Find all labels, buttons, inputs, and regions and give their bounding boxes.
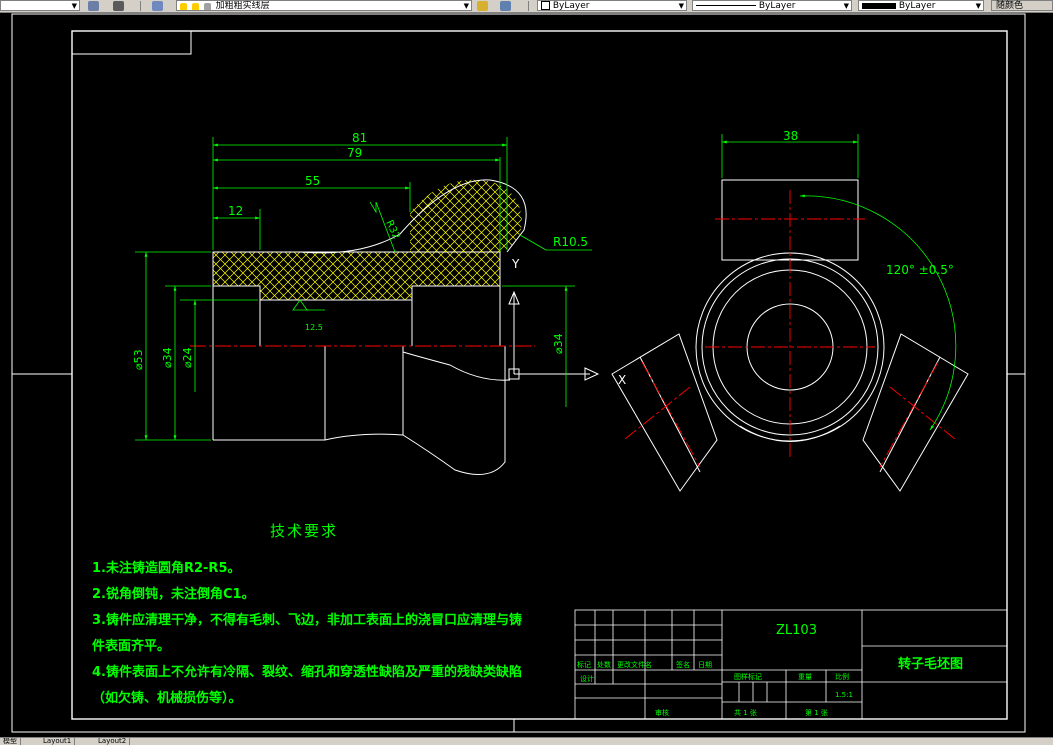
make-current-icon[interactable] — [477, 1, 488, 11]
x-mark: X — [618, 373, 626, 387]
color-value: ByLayer — [552, 1, 590, 11]
layout-tabs: 模型 Layout1 Layout2 — [0, 737, 1053, 745]
layer-state-dropdown[interactable]: ▼ — [0, 0, 80, 11]
layer-match-icon[interactable] — [500, 1, 511, 11]
layer-dropdown[interactable]: 加粗粗实线层 ▼ — [176, 0, 472, 11]
tech-title: 技术要求 — [270, 522, 339, 540]
linetype-preview-icon — [696, 5, 756, 6]
layers-icon[interactable] — [152, 1, 163, 11]
dim-angle: 120° ±0.5° — [886, 263, 954, 277]
tb-total: 共 1 张 — [734, 708, 757, 717]
dim-phi34-right: ⌀34 — [552, 333, 565, 354]
tb-review: 审核 — [655, 708, 669, 717]
tb-header-date: 日期 — [698, 661, 712, 669]
lineweight-value: ByLayer — [898, 1, 936, 11]
chevron-down-icon: ▼ — [71, 2, 77, 10]
note-3: 3.铸件应清理干净，不得有毛刺、飞边，非加工表面上的浇冒口应清理与铸 — [92, 613, 522, 628]
tab-model[interactable]: 模型 — [0, 738, 21, 745]
chevron-down-icon: ▼ — [843, 2, 849, 10]
dim-phi53: ⌀53 — [132, 349, 145, 370]
note-4-cont: （如欠铸、机械损伤等）。 — [92, 691, 242, 706]
hatched-section — [212, 251, 501, 301]
note-2: 2.锐角倒钝，未注倒角C1。 — [92, 587, 255, 602]
tab-layout1[interactable]: Layout1 — [40, 738, 76, 745]
dim-r32: R32 — [383, 219, 401, 241]
lineweight-dropdown[interactable]: ByLayer ▼ — [858, 0, 984, 11]
boss-hatch — [410, 179, 522, 252]
y-axis-label: Y — [511, 257, 520, 271]
tab-layout2[interactable]: Layout2 — [95, 738, 131, 745]
tb-header-mark: 标记 — [577, 660, 591, 669]
tb-part-name: 转子毛坯图 — [898, 656, 963, 672]
tb-stage: 图样标记 — [734, 672, 762, 681]
dim-79: 79 — [347, 146, 362, 160]
tb-header-file: 更改文件名 — [617, 660, 652, 669]
lightbulb-icon — [180, 2, 187, 10]
tb-scale-label: 比例 — [835, 672, 849, 681]
color-dropdown[interactable]: ByLayer ▼ — [537, 0, 687, 11]
center-lines — [624, 190, 956, 468]
tb-header-sign: 签名 — [676, 660, 690, 669]
plotstyle-dropdown[interactable]: 随颜色 — [991, 0, 1053, 11]
tb-sheet: 第 1 张 — [805, 708, 828, 717]
layer-manager-icon[interactable] — [88, 1, 99, 11]
tb-code: ZL103 — [776, 623, 817, 638]
dim-phi34-left: ⌀34 — [161, 347, 174, 368]
dimensions-right — [721, 134, 957, 431]
tb-header-count: 处数 — [597, 660, 611, 669]
linetype-dropdown[interactable]: ByLayer ▼ — [692, 0, 852, 11]
dim-38: 38 — [783, 129, 798, 143]
color-swatch-icon — [541, 1, 550, 10]
note-4: 4.铸件表面上不允许有冷隔、裂纹、缩孔和穿透性缺陷及严重的残缺类缺陷 — [92, 665, 522, 680]
dim-phi24: ⌀24 — [181, 347, 194, 368]
dim-r10-5: R10.5 — [553, 235, 588, 249]
chevron-down-icon: ▼ — [975, 2, 981, 10]
chevron-down-icon: ▼ — [678, 2, 684, 10]
layer-previous-icon[interactable] — [113, 1, 124, 11]
lineweight-preview-icon — [862, 2, 896, 9]
roughness-value: 12.5 — [305, 323, 323, 332]
drawing-canvas[interactable]: Y 81 79 55 12 R32 R10.5 ⌀53 ⌀34 ⌀24 ⌀34 … — [0, 12, 1053, 738]
tb-weight: 重量 — [798, 673, 812, 681]
note-3-cont: 件表面齐平。 — [92, 639, 171, 654]
lock-icon — [203, 2, 211, 10]
tb-design: 设计 — [580, 674, 594, 683]
tb-scale: 1.5:1 — [835, 691, 853, 699]
dim-81: 81 — [352, 131, 367, 145]
chevron-down-icon: ▼ — [463, 2, 469, 10]
note-1: 1.未注铸造圆角R2-R5。 — [92, 561, 241, 576]
layer-name: 加粗粗实线层 — [215, 1, 270, 11]
dim-55: 55 — [305, 174, 320, 188]
linetype-value: ByLayer — [758, 1, 796, 11]
sun-icon — [191, 2, 199, 10]
dim-12: 12 — [228, 204, 243, 218]
